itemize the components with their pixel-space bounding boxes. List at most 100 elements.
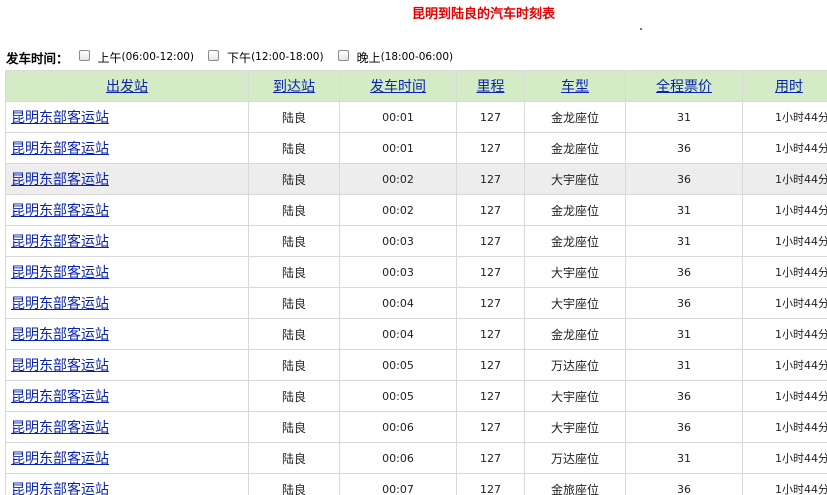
cell-fare: 36	[625, 163, 743, 195]
header-arrival-station: 到达站	[248, 70, 340, 102]
departure-station-link[interactable]: 昆明东部客运站	[11, 141, 109, 157]
departure-station-link[interactable]: 昆明东部客运站	[11, 234, 109, 250]
evening-checkbox[interactable]	[337, 49, 349, 61]
departure-station-link[interactable]: 昆明东部客运站	[11, 420, 109, 436]
cell-duration: 1小时44分钟	[742, 349, 827, 381]
table-row: 昆明东部客运站 陆良00:04127金龙座位311小时44分钟	[5, 318, 827, 350]
table-row: 昆明东部客运站 陆良00:05127万达座位311小时44分钟	[5, 349, 827, 381]
departure-station-link[interactable]: 昆明东部客运站	[11, 451, 109, 467]
filter-option-range: (18:00-06:00)	[380, 51, 454, 63]
departure-station-link[interactable]: 昆明东部客运站	[11, 203, 109, 219]
cell-bus-type: 金龙座位	[524, 132, 626, 164]
header-departure-time: 发车时间	[339, 70, 457, 102]
cell-bus-type: 大宇座位	[524, 411, 626, 443]
cell-departure-time: 00:02	[339, 163, 457, 195]
cell-arrival-station: 陆良	[248, 318, 340, 350]
filter-option-evening[interactable]: 晚上 (18:00-06:00)	[337, 49, 454, 66]
cell-duration: 1小时44分钟	[742, 473, 827, 495]
departure-station-link[interactable]: 昆明东部客运站	[11, 296, 109, 312]
sort-fare-link[interactable]: 全程票价	[656, 79, 712, 95]
cell-duration: 1小时44分钟	[742, 225, 827, 257]
cell-bus-type: 大宇座位	[524, 287, 626, 319]
cell-fare: 31	[625, 101, 743, 133]
cell-distance: 127	[456, 101, 525, 133]
cell-fare: 36	[625, 411, 743, 443]
afternoon-checkbox[interactable]	[208, 49, 220, 61]
cell-departure-station: 昆明东部客运站	[5, 380, 249, 412]
cell-arrival-station: 陆良	[248, 411, 340, 443]
header-duration: 用时	[742, 70, 827, 102]
cell-distance: 127	[456, 256, 525, 288]
cell-fare: 31	[625, 225, 743, 257]
cell-departure-station: 昆明东部客运站	[5, 225, 249, 257]
morning-checkbox[interactable]	[78, 49, 90, 61]
filter-option-label: 上午	[97, 50, 122, 65]
table-row: 昆明东部客运站 陆良00:03127大宇座位361小时44分钟	[5, 256, 827, 288]
departure-time-filter: 发车时间： 上午 (06:00-12:00) 下午 (12:00-18:00) …	[6, 47, 467, 67]
departure-station-link[interactable]: 昆明东部客运站	[11, 327, 109, 343]
cell-departure-time: 00:04	[339, 318, 457, 350]
cell-arrival-station: 陆良	[248, 256, 340, 288]
cell-departure-station: 昆明东部客运站	[5, 256, 249, 288]
table-row: 昆明东部客运站 陆良00:04127大宇座位361小时44分钟	[5, 287, 827, 319]
sort-distance-link[interactable]: 里程	[477, 79, 505, 95]
cell-fare: 36	[625, 473, 743, 495]
table-row: 昆明东部客运站 陆良00:02127金龙座位311小时44分钟	[5, 194, 827, 226]
cell-arrival-station: 陆良	[248, 380, 340, 412]
table-row: 昆明东部客运站 陆良00:07127金旅座位361小时44分钟	[5, 473, 827, 495]
cell-arrival-station: 陆良	[248, 287, 340, 319]
cell-distance: 127	[456, 225, 525, 257]
filter-label: 发车时间：	[6, 50, 69, 66]
table-row: 昆明东部客运站 陆良00:06127万达座位311小时44分钟	[5, 442, 827, 474]
table-row: 昆明东部客运站 陆良00:06127大宇座位361小时44分钟	[5, 411, 827, 443]
cell-departure-time: 00:04	[339, 287, 457, 319]
cell-fare: 36	[625, 256, 743, 288]
cell-fare: 36	[625, 132, 743, 164]
cell-arrival-station: 陆良	[248, 442, 340, 474]
sort-departure-time-link[interactable]: 发车时间	[370, 79, 426, 95]
cell-arrival-station: 陆良	[248, 194, 340, 226]
cell-fare: 31	[625, 318, 743, 350]
cell-departure-station: 昆明东部客运站	[5, 473, 249, 495]
cell-distance: 127	[456, 473, 525, 495]
cell-departure-time: 00:06	[339, 442, 457, 474]
filter-option-label: 晚上	[356, 50, 381, 65]
cell-departure-time: 00:05	[339, 380, 457, 412]
cell-arrival-station: 陆良	[248, 132, 340, 164]
filter-option-range: (12:00-18:00)	[251, 51, 324, 63]
sort-arrival-station-link[interactable]: 到达站	[273, 79, 315, 95]
cell-distance: 127	[456, 287, 525, 319]
sort-departure-station-link[interactable]: 出发站	[106, 79, 148, 95]
filter-option-morning[interactable]: 上午 (06:00-12:00)	[78, 49, 195, 66]
cell-departure-station: 昆明东部客运站	[5, 318, 249, 350]
filter-option-afternoon[interactable]: 下午 (12:00-18:00)	[208, 49, 324, 66]
cell-bus-type: 金龙座位	[524, 101, 626, 133]
cell-departure-station: 昆明东部客运站	[5, 411, 249, 443]
cell-departure-time: 00:02	[339, 194, 457, 226]
header-bus-type: 车型	[524, 70, 626, 102]
cell-distance: 127	[456, 349, 525, 381]
departure-station-link[interactable]: 昆明东部客运站	[11, 358, 109, 374]
cell-bus-type: 大宇座位	[524, 163, 626, 195]
filter-option-range: (06:00-12:00)	[121, 51, 195, 63]
cell-fare: 31	[625, 349, 743, 381]
cell-departure-time: 00:07	[339, 473, 457, 495]
cell-duration: 1小时44分钟	[742, 318, 827, 350]
schedule-table: 出发站 到达站 发车时间 里程 车型 全程票价 用时 昆明东部客运站 陆良 00:0…	[5, 70, 827, 495]
table-header-row: 出发站 到达站 发车时间 里程 车型 全程票价 用时	[5, 70, 827, 102]
departure-station-link[interactable]: 昆明东部客运站	[11, 482, 109, 495]
cell-bus-type: 大宇座位	[524, 380, 626, 412]
departure-station-link[interactable]: 昆明东部客运站	[11, 110, 109, 126]
sort-bus-type-link[interactable]: 车型	[561, 79, 589, 95]
departure-station-link[interactable]: 昆明东部客运站	[11, 265, 109, 281]
departure-station-link[interactable]: 昆明东部客运站	[11, 389, 109, 405]
cell-departure-time: 00:01	[339, 101, 457, 133]
cell-departure-station: 昆明东部客运站	[5, 101, 249, 133]
departure-station-link[interactable]: 昆明东部客运站	[11, 172, 109, 188]
sort-duration-link[interactable]: 用时	[775, 79, 803, 95]
cell-distance: 127	[456, 442, 525, 474]
cell-duration: 1小时44分钟	[742, 442, 827, 474]
cell-duration: 1小时44分钟	[742, 163, 827, 195]
schedule-body: 昆明东部客运站陆良00:01127金龙座位311小时44分钟昆明东部客运站陆良0…	[5, 101, 827, 495]
cell-departure-time: 00:06	[339, 411, 457, 443]
